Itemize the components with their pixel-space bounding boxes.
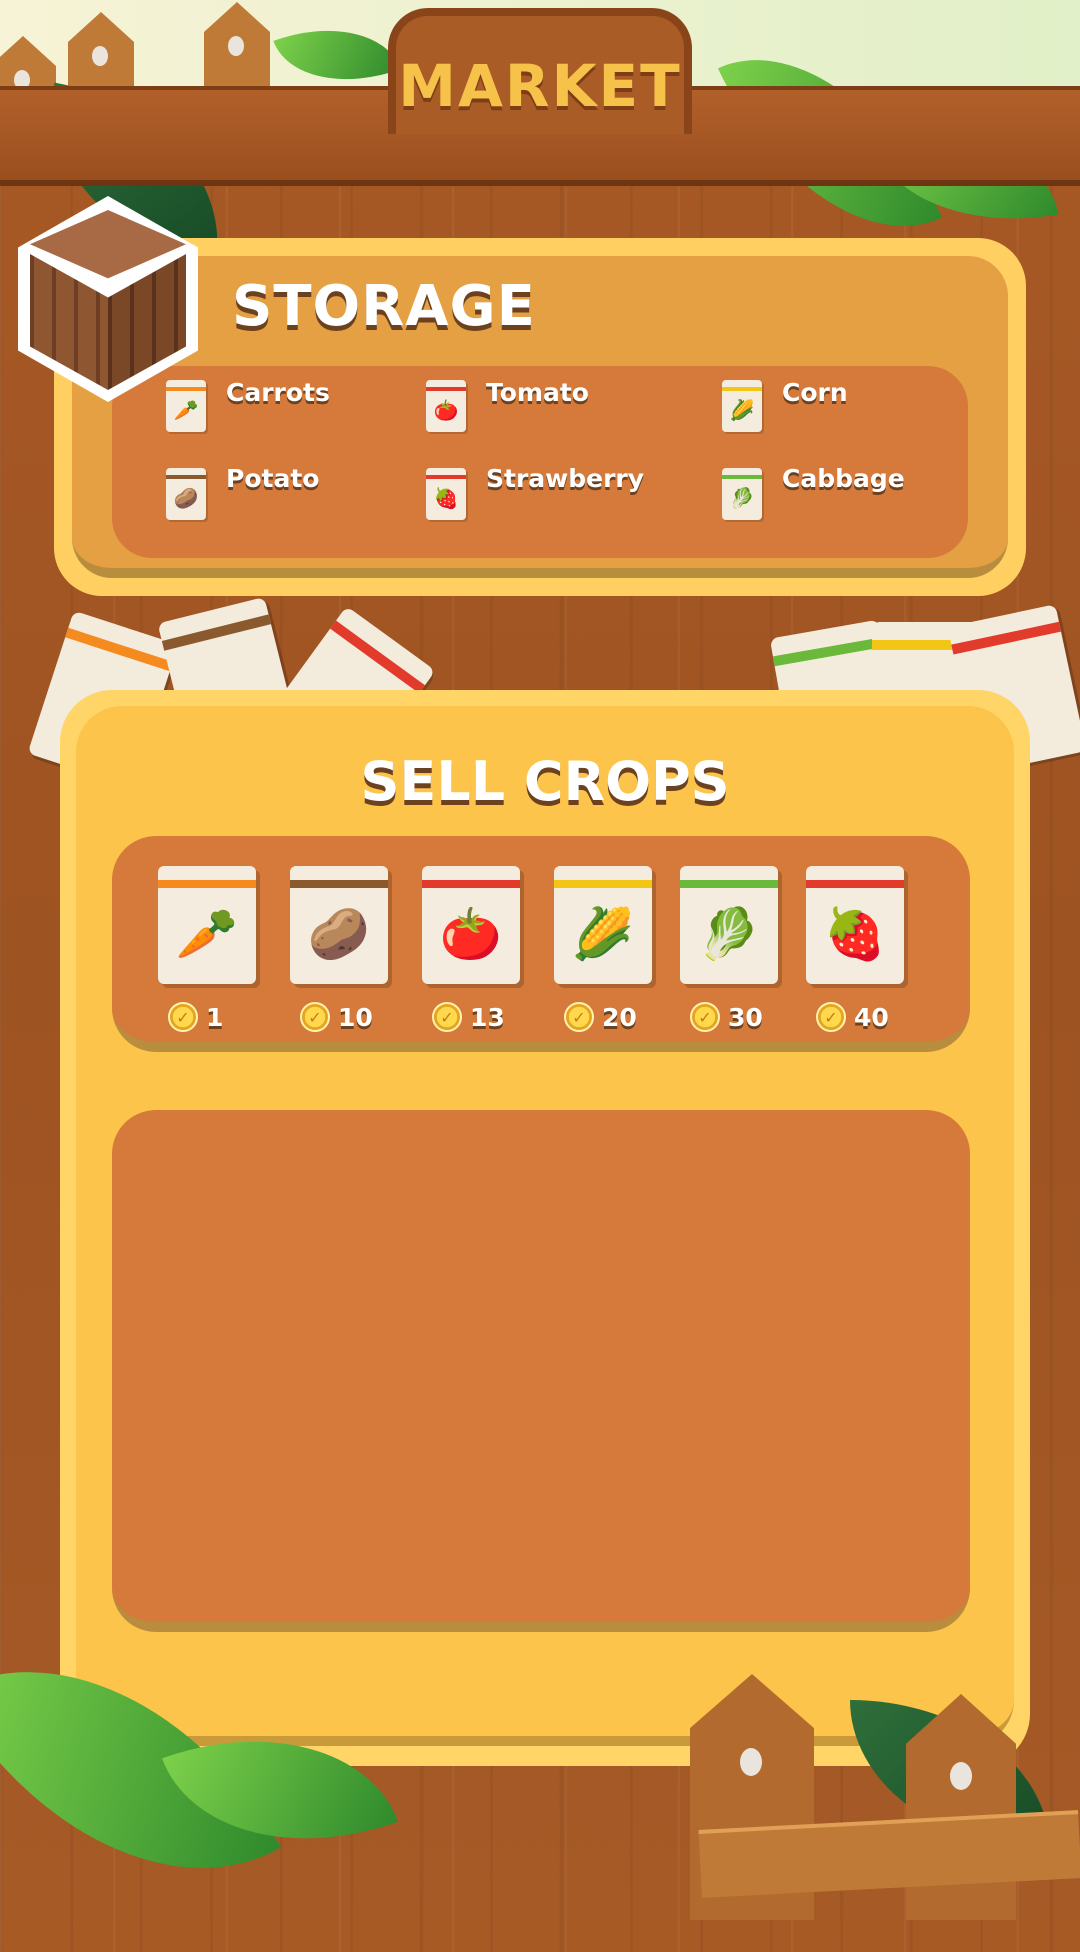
price-value: 1 [206,1002,224,1032]
tomato-icon: 🍅 [426,380,466,432]
storage-item-carrots: Carrots [226,378,330,407]
price-value: 20 [602,1002,637,1032]
tomato-seed-pack: 🍅 [422,866,520,984]
storage-item-potato: Potato [226,464,320,493]
price-tag: ✓ 20 [564,1000,637,1034]
carrot-icon: 🥕 [166,380,206,432]
corn-icon: 🌽 [722,380,762,432]
coin-icon: ✓ [564,1002,594,1032]
price-tag: ✓ 30 [690,1000,763,1034]
price-tag: ✓ 10 [300,1000,373,1034]
sell-title: SELL CROPS [360,750,730,813]
strawberry-icon: 🍓 [426,468,466,520]
carrot-seed-pack: 🥕 [158,866,256,984]
potato-seed-pack: 🥔 [290,866,388,984]
sell-drop-area[interactable] [112,1110,970,1632]
storage-item-cabbage: Cabbage [782,464,905,493]
price-tag: ✓ 1 [168,1000,223,1034]
corn-seed-pack: 🌽 [554,866,652,984]
cabbage-icon: 🥬 [722,468,762,520]
strawberry-seed-pack: 🍓 [806,866,904,984]
price-value: 30 [728,1002,763,1032]
sell-card-tomato[interactable]: 🍅 ✓ 13 [422,858,522,1048]
price-tag: ✓ 40 [816,1000,889,1034]
sell-card-potato[interactable]: 🥔 ✓ 10 [290,858,390,1048]
sell-card-strawberry[interactable]: 🍓 ✓ 40 [806,858,906,1048]
price-value: 40 [854,1002,889,1032]
potato-icon: 🥔 [166,468,206,520]
price-value: 10 [338,1002,373,1032]
sell-card-carrot[interactable]: 🥕 ✓ 1 [158,858,258,1048]
coin-icon: ✓ [816,1002,846,1032]
sell-card-corn[interactable]: 🌽 ✓ 20 [554,858,654,1048]
price-tag: ✓ 13 [432,1000,505,1034]
storage-item-strawberry: Strawberry [486,464,645,493]
coin-icon: ✓ [432,1002,462,1032]
page-title: MARKET [398,52,682,120]
storage-title: STORAGE [232,274,536,339]
sell-card-cabbage[interactable]: 🥬 ✓ 30 [680,858,780,1048]
price-value: 13 [470,1002,505,1032]
coin-icon: ✓ [168,1002,198,1032]
storage-item-corn: Corn [782,378,848,407]
storage-item-tomato: Tomato [486,378,589,407]
coin-icon: ✓ [690,1002,720,1032]
cabbage-seed-pack: 🥬 [680,866,778,984]
coin-icon: ✓ [300,1002,330,1032]
